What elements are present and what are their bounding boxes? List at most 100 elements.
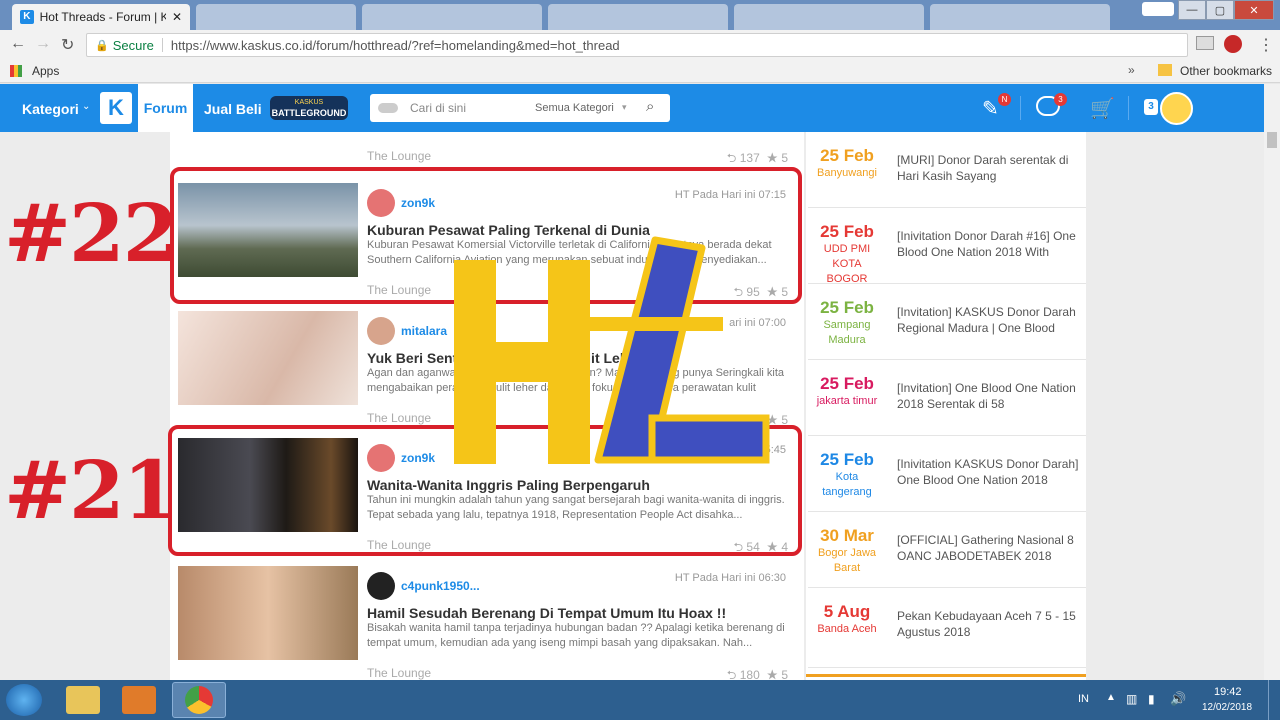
forward-arrow-icon[interactable]: → (35, 35, 51, 53)
browser-tab[interactable] (734, 4, 924, 30)
thread-category[interactable]: The Lounge (367, 411, 431, 425)
event-date: 25 Feb (820, 374, 874, 393)
event-title[interactable]: [OFFICIAL] Gathering Nasional 8 OANC JAB… (897, 532, 1082, 564)
minimize-button[interactable]: — (1178, 0, 1206, 20)
avatar[interactable] (1160, 92, 1193, 125)
close-window-button[interactable]: ✕ (1234, 0, 1274, 20)
scrollbar-thumb[interactable] (1267, 132, 1277, 148)
search-category-select[interactable]: Semua Kategori (535, 102, 614, 114)
browser-tab[interactable] (362, 4, 542, 30)
signal-icon[interactable]: ▮ (1148, 692, 1155, 706)
other-bookmarks-link[interactable]: Other bookmarks (1180, 64, 1272, 78)
event-title[interactable]: Pekan Kebudayaan Aceh 7 5 - 15 Agustus 2… (897, 608, 1082, 640)
event-item[interactable]: 25 Feb Banyuwangi [MURI] Donor Darah ser… (808, 132, 1086, 208)
ht-logo-overlay (454, 236, 770, 464)
thread-item[interactable]: c4punk1950... HT Pada Hari ini 06:30 Ham… (178, 566, 798, 680)
kaskus-logo[interactable]: K (100, 92, 132, 124)
reload-icon[interactable]: ↻ (61, 35, 74, 55)
reply-icon: ⮌ (726, 668, 737, 680)
menu-dots-icon[interactable]: ⋮ (1258, 35, 1274, 55)
event-location: jakarta timur (816, 395, 878, 407)
rank-label: #21 (4, 443, 178, 537)
volume-icon[interactable]: 🔊 (1170, 691, 1186, 707)
notification-badge: N (998, 93, 1011, 106)
address-bar[interactable]: 🔒 Secure https://www.kaskus.co.id/forum/… (86, 33, 1188, 57)
event-item[interactable]: 25 Feb Sampang Madura [Invitation] KASKU… (808, 284, 1086, 360)
event-title[interactable]: [Invitation] KASKUS Donor Darah Regional… (897, 304, 1082, 336)
thread-category[interactable]: The Lounge (367, 149, 431, 163)
browser-tab[interactable] (548, 4, 728, 30)
thread-description: Bisakah wanita hamil tanpa terjadinya hu… (367, 622, 785, 649)
apps-link[interactable]: Apps (32, 64, 59, 78)
clock-date[interactable]: 12/02/2018 (1202, 702, 1252, 713)
battleground-top-text: KASKUS (294, 99, 324, 106)
explorer-icon[interactable] (66, 686, 100, 714)
thread-thumbnail[interactable] (178, 311, 358, 405)
divider (1020, 96, 1021, 120)
tray-expand-icon[interactable]: ▲ (1106, 692, 1116, 703)
start-button[interactable] (6, 684, 42, 716)
thread-username[interactable]: c4punk1950... (401, 579, 480, 593)
back-arrow-icon[interactable]: ← (10, 35, 26, 53)
chrome-icon (185, 686, 213, 714)
tab-jual-beli[interactable]: Jual Beli (204, 101, 262, 117)
event-item[interactable]: 5 Aug Banda Aceh Pekan Kebudayaan Aceh 7… (808, 588, 1086, 668)
maximize-button[interactable]: ▢ (1206, 0, 1234, 20)
avatar[interactable] (367, 317, 395, 345)
event-title[interactable]: [Inivitation KASKUS Donor Darah] One Blo… (897, 456, 1082, 488)
media-player-icon[interactable] (122, 686, 156, 714)
search-box[interactable]: Cari di sini Semua Kategori ▾ ⌕ (370, 94, 670, 122)
chevron-down-icon: ⌄ (82, 101, 91, 112)
gmail-extension-icon[interactable] (1196, 36, 1214, 50)
show-desktop-button[interactable] (1268, 680, 1280, 720)
thread-category[interactable]: The Lounge (367, 666, 431, 680)
kategori-menu[interactable]: Kategori (22, 101, 79, 117)
event-item[interactable]: 25 Feb Kota tangerang [Inivitation KASKU… (808, 436, 1086, 512)
event-item[interactable]: 25 Feb jakarta timur [Invitation] One Bl… (808, 360, 1086, 436)
network-icon[interactable]: ▥ (1126, 692, 1137, 706)
event-item[interactable]: 25 Feb UDD PMI KOTA BOGOR [Inivitation D… (808, 208, 1086, 285)
battleground-logo[interactable]: KASKUS BATTLEGROUND (270, 96, 348, 120)
toggle-icon[interactable] (378, 103, 398, 113)
star-icon: ★ (766, 151, 778, 165)
thread-title[interactable]: Hamil Sesudah Berenang Di Tempat Umum It… (367, 605, 726, 621)
event-location: Bogor Jawa Barat (817, 547, 877, 574)
avatar[interactable] (367, 572, 395, 600)
event-date: 25 Feb (820, 146, 874, 165)
event-location: Kota tangerang (822, 471, 872, 498)
cart-icon[interactable]: 🛒 (1090, 96, 1115, 121)
reply-icon: ⮌ (726, 151, 737, 165)
close-tab-icon[interactable]: ✕ (172, 10, 182, 24)
thread-item[interactable]: The Lounge ⮌ 137 ★ 5 (178, 132, 798, 165)
event-item[interactable]: 30 Mar Bogor Jawa Barat [OFFICIAL] Gathe… (808, 512, 1086, 588)
reply-count: 180 (739, 668, 760, 680)
language-indicator[interactable]: IN (1078, 693, 1089, 705)
event-date: 25 Feb (820, 222, 874, 241)
user-badge: 3 (1144, 99, 1158, 115)
more-bookmarks-icon[interactable]: » (1128, 63, 1135, 77)
pencil-icon[interactable]: ✎ (982, 96, 999, 121)
event-title[interactable]: [MURI] Donor Darah serentak di Hari Kasi… (897, 152, 1082, 184)
browser-tab[interactable] (930, 4, 1110, 30)
browser-tab-active[interactable]: K Hot Threads - Forum | K... ✕ (12, 4, 190, 30)
tab-forum[interactable]: Forum (138, 84, 193, 132)
event-title[interactable]: [Inivitation Donor Darah #16] One Blood … (897, 228, 1082, 260)
page-scrollbar[interactable] (1264, 84, 1280, 680)
browser-tab[interactable] (196, 4, 356, 30)
profile-button[interactable] (1142, 2, 1174, 16)
apps-grid-icon[interactable] (10, 65, 22, 77)
thread-thumbnail[interactable] (178, 566, 358, 660)
search-input[interactable]: Cari di sini (410, 101, 466, 115)
thread-time: HT Pada Hari ini 06:30 (674, 572, 786, 584)
adblock-extension-icon[interactable] (1224, 35, 1242, 53)
divider (161, 38, 163, 52)
chat-badge: 3 (1054, 93, 1067, 106)
divider (806, 674, 1086, 677)
search-icon[interactable]: ⌕ (646, 98, 654, 115)
event-date: 5 Aug (823, 602, 871, 621)
chrome-taskbar-button[interactable] (172, 682, 226, 718)
url-text[interactable]: https://www.kaskus.co.id/forum/hotthread… (171, 38, 620, 53)
event-location: Banda Aceh (817, 623, 877, 635)
clock-time[interactable]: 19:42 (1214, 686, 1242, 698)
event-title[interactable]: [Invitation] One Blood One Nation 2018 S… (897, 380, 1082, 412)
